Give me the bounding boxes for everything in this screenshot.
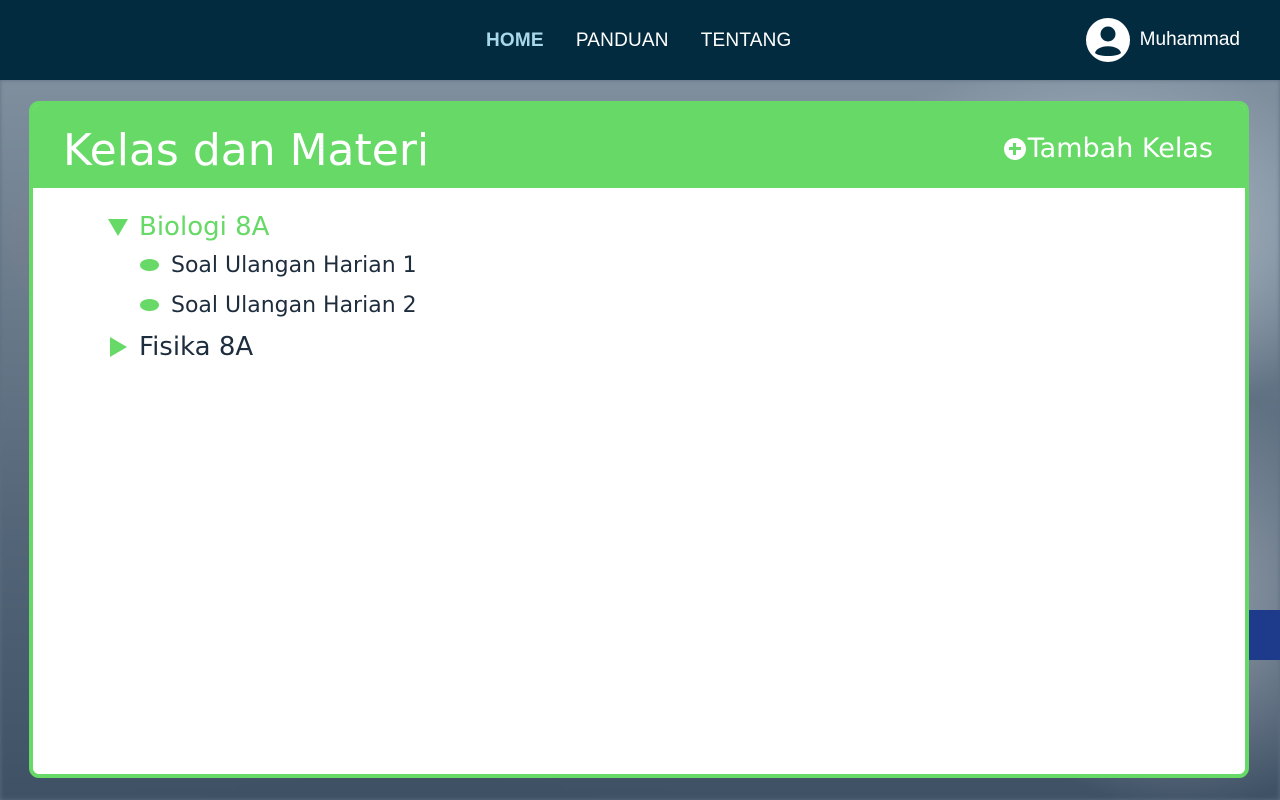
material-label: Soal Ulangan Harian 2 (171, 292, 417, 318)
class-label: Biologi 8A (139, 212, 270, 242)
material-item[interactable]: Soal Ulangan Harian 1 (140, 245, 417, 285)
background-accent (1248, 610, 1280, 660)
nav-home-link[interactable]: HOME (486, 30, 544, 52)
nav-tentang-link[interactable]: TENTANG (701, 30, 792, 52)
add-class-button[interactable]: Tambah Kelas (1003, 133, 1213, 164)
user-name: Muhammad (1139, 29, 1240, 50)
main-nav: HOME PANDUAN TENTANG (486, 30, 824, 52)
class-label: Fisika 8A (139, 332, 254, 362)
class-tree: Biologi 8A Soal Ulangan Harian 1 Soal Ul… (107, 209, 417, 365)
class-item-fisika[interactable]: Fisika 8A (107, 329, 417, 365)
triangle-down-icon (108, 219, 128, 236)
plus-circle-icon (1003, 137, 1026, 160)
user-circle-icon (1085, 18, 1130, 62)
class-item-biologi[interactable]: Biologi 8A (107, 209, 417, 245)
user-menu[interactable]: Muhammad (1085, 18, 1240, 62)
nav-panduan-link[interactable]: PANDUAN (576, 30, 669, 52)
bullet-dot-icon (140, 299, 159, 311)
material-list: Soal Ulangan Harian 1 Soal Ulangan Haria… (140, 245, 417, 325)
top-navbar: HOME PANDUAN TENTANG Muhammad (0, 0, 1280, 80)
material-item[interactable]: Soal Ulangan Harian 2 (140, 285, 417, 325)
card-header: Kelas dan Materi Tambah Kelas (33, 105, 1245, 188)
page-title: Kelas dan Materi (63, 125, 430, 176)
material-label: Soal Ulangan Harian 1 (171, 252, 417, 278)
bullet-dot-icon (140, 259, 159, 271)
classes-card: Kelas dan Materi Tambah Kelas Biologi 8A… (29, 101, 1249, 778)
triangle-right-icon (110, 337, 127, 357)
add-class-label: Tambah Kelas (1027, 133, 1213, 164)
